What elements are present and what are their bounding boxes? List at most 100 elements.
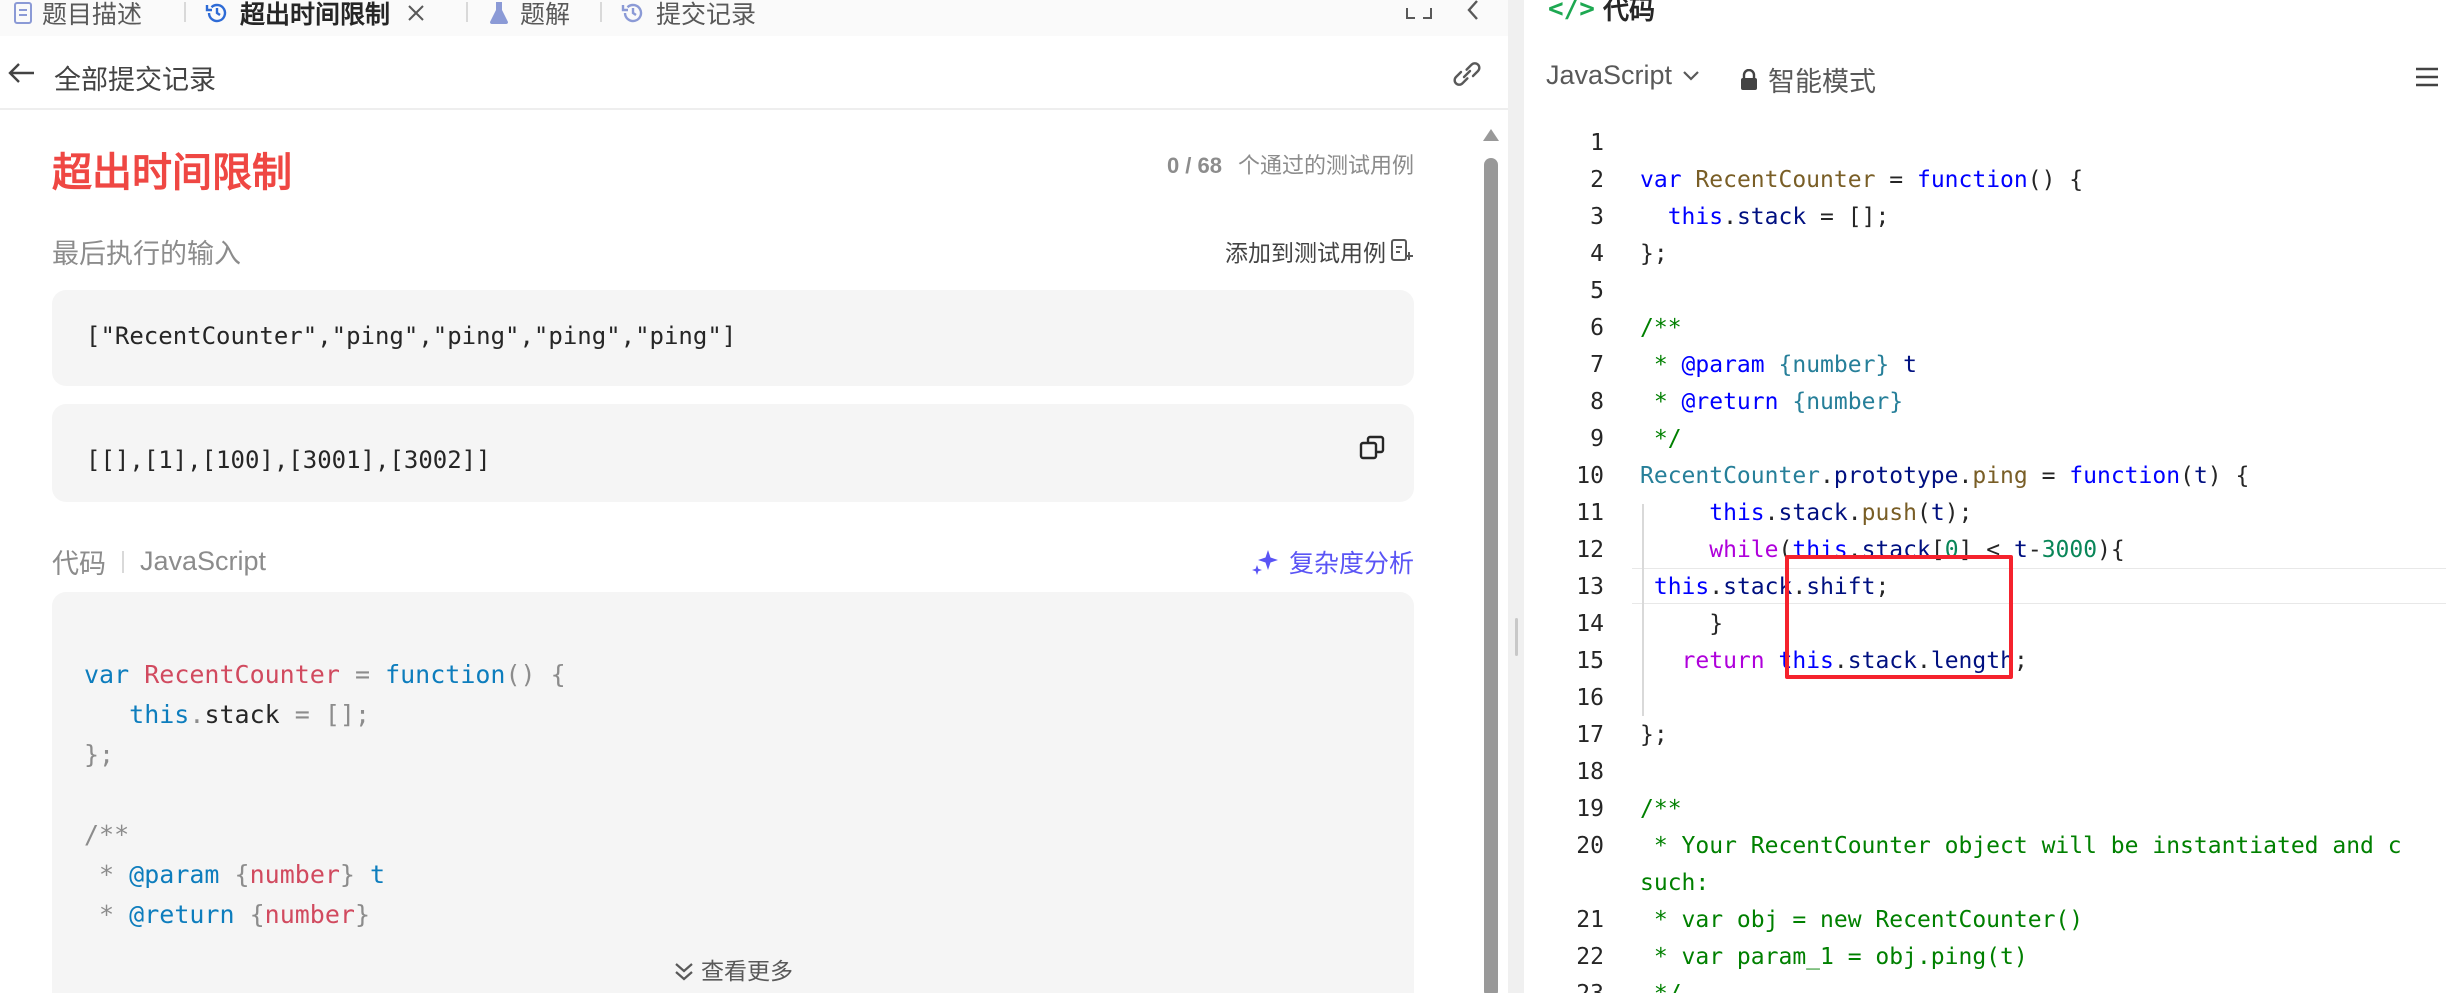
add-to-testcase-button[interactable]: 添加到测试用例 [1225,234,1414,268]
line-number: 15 [1576,648,1604,674]
line-number: 13 [1576,574,1604,600]
editor-line[interactable]: */ [1640,981,1682,993]
collapse-icon[interactable] [1464,0,1482,22]
history-icon [205,3,227,23]
resize-grip[interactable] [1515,618,1518,656]
line-number: 4 [1590,241,1604,267]
editor-line[interactable]: */ [1640,426,1682,452]
add-testcase-icon [1391,239,1413,261]
tab-solutions-label: 题解 [520,1,571,29]
chevron-down-icon [1683,70,1699,81]
tab-time-limit[interactable]: 超出时间限制 [204,0,436,29]
lock-icon [1741,68,1757,90]
editor-title: </> 代码 [1548,0,1655,27]
tab-submissions-label: 提交记录 [656,1,757,29]
tab-separator [600,2,602,22]
copy-icon[interactable] [1358,434,1386,462]
code-line: var RecentCounter = function() { [84,660,566,689]
code-language-label: 代码 JavaScript [52,542,266,581]
editor-line[interactable]: * Your RecentCounter object will be inst… [1640,833,2402,859]
line-number: 22 [1576,944,1604,970]
menu-icon[interactable] [2414,66,2440,88]
line-number: 2 [1590,167,1604,193]
editor-line[interactable]: var RecentCounter = function() { [1640,167,2083,193]
tab-bar: 题目描述 超出时间限制 题解 提交记录 [0,0,1508,36]
code-editor-panel: </> 代码 JavaScript 智能模式 1 2 3 4 5 6 7 8 9 … [1524,0,2446,993]
tab-separator [184,2,186,22]
line-number: 9 [1590,426,1604,452]
see-more-label: 查看更多 [701,958,793,984]
back-arrow-icon[interactable] [8,62,36,84]
passed-count: 0 / 68 [1166,153,1222,178]
last-input-args-box: [[],[1],[100],[3001],[3002]] [52,404,1414,502]
line-number: 16 [1576,685,1604,711]
editor-line[interactable]: such: [1640,870,1709,896]
editor-line[interactable]: /** [1640,315,1682,341]
last-input-operations[interactable]: ["RecentCounter","ping","ping","ping","p… [86,322,736,350]
tab-description[interactable]: 题目描述 [14,0,142,29]
line-number: 21 [1576,907,1604,933]
code-line: * @return {number} [84,900,371,929]
line-number: 19 [1576,796,1604,822]
submission-panel: 题目描述 超出时间限制 题解 提交记录 全部提交记录 超出时间限制 0 / 68… [0,0,1508,993]
see-more-button[interactable]: 查看更多 [52,952,1414,986]
editor-line[interactable]: this.stack.push(t); [1640,500,1972,526]
editor-line[interactable]: this.stack = []; [1640,204,1890,230]
editor-title-label: 代码 [1602,0,1655,25]
last-input-label: 最后执行的输入 [52,239,241,269]
code-label: 代码 [52,549,106,579]
last-input-box: ["RecentCounter","ping","ping","ping","p… [52,290,1414,386]
editor-line[interactable]: * @return {number} [1640,389,1903,415]
editor-line[interactable]: RecentCounter.prototype.ping = function(… [1640,463,2249,489]
link-icon[interactable] [1450,60,1484,88]
code-tag-icon: </> [1548,0,1595,24]
line-number: 3 [1590,204,1604,230]
line-number: 20 [1576,833,1604,859]
line-number: 1 [1590,130,1604,156]
last-input-arguments[interactable]: [[],[1],[100],[3001],[3002]] [86,446,491,474]
add-to-testcase-label: 添加到测试用例 [1225,240,1386,266]
submitted-code-box: var RecentCounter = function() { this.st… [52,592,1414,993]
smart-mode-label: 智能模式 [1768,67,1876,97]
chevron-double-down-icon [675,963,693,981]
editor-line[interactable]: }; [1640,241,1668,267]
line-number: 12 [1576,537,1604,563]
editor-line[interactable]: }; [1640,722,1668,748]
language-select-value: JavaScript [1546,60,1673,90]
tab-submissions[interactable]: 提交记录 [620,0,756,29]
tab-solutions[interactable]: 题解 [488,0,570,29]
scrollbar-thumb[interactable] [1484,158,1498,993]
line-number: 6 [1590,315,1604,341]
smart-mode-toggle[interactable]: 智能模式 [1740,60,1876,99]
language-select[interactable]: JavaScript [1546,60,1700,91]
code-line: /** [84,820,130,849]
editor-line[interactable]: * var obj = new RecentCounter() [1640,907,2083,933]
label-separator [122,550,124,573]
editor-line[interactable]: * var param_1 = obj.ping(t) [1640,944,2028,970]
fullscreen-icon[interactable] [1406,0,1432,20]
line-number: 7 [1590,352,1604,378]
annotation-highlight-box [1785,555,2013,679]
tab-time-limit-label: 超出时间限制 [240,1,391,29]
history-icon [621,3,643,23]
editor-line[interactable]: * @param {number} t [1640,352,1917,378]
code-language: JavaScript [140,546,267,576]
panel-resize-handle[interactable] [1508,0,1524,993]
line-number: 8 [1590,389,1604,415]
line-number: 23 [1524,981,1604,993]
editor-line[interactable]: } [1640,611,1723,637]
line-number: 18 [1576,759,1604,785]
editor-line[interactable]: /** [1640,796,1682,822]
sparkle-icon [1251,550,1278,575]
tab-separator [466,2,468,22]
code-line: }; [84,740,115,769]
close-icon[interactable] [406,3,426,23]
flask-icon [490,2,508,24]
tab-description-label: 题目描述 [42,1,143,29]
scrollbar[interactable] [1480,128,1500,993]
all-submissions-link[interactable]: 全部提交记录 [54,58,216,97]
line-number: 14 [1576,611,1604,637]
scroll-up-arrow-icon[interactable] [1482,128,1500,142]
indent-guide [1642,504,1644,716]
complexity-analysis-button[interactable]: 复杂度分析 [1251,544,1414,580]
